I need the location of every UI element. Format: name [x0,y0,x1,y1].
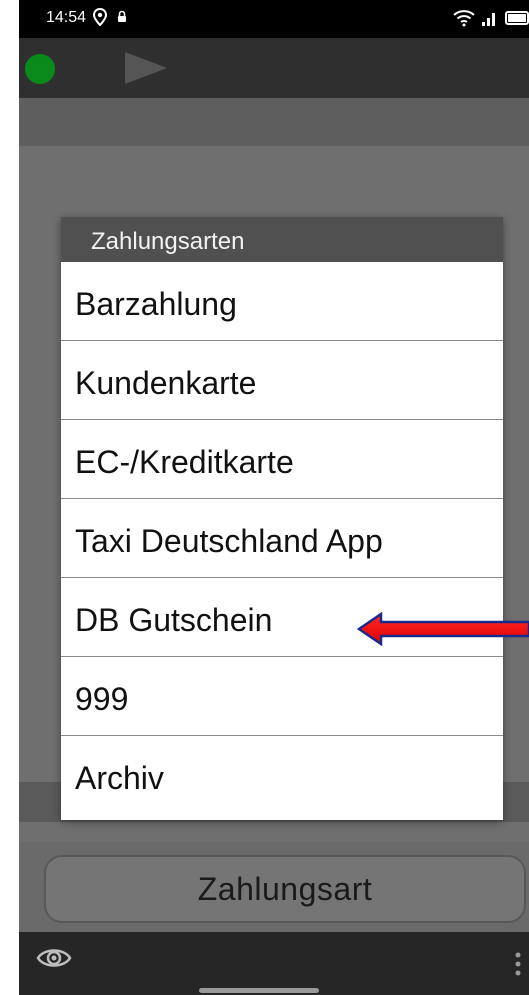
battery-icon [505,11,529,30]
payment-option-cash[interactable]: Barzahlung [61,262,503,341]
status-icons [453,9,529,32]
red-arrow-annotation [356,611,529,651]
payment-type-button[interactable]: Zahlungsart [44,855,526,923]
payment-option-taxi-app[interactable]: Taxi Deutschland App [61,499,503,578]
more-vertical-icon[interactable] [515,952,521,981]
eye-icon[interactable] [36,945,72,976]
wifi-icon [453,9,475,32]
dialog-title: Zahlungsarten [61,217,503,262]
status-bar: 14:54 [19,0,529,38]
payment-option-credit-card[interactable]: EC-/Kreditkarte [61,420,503,499]
home-indicator[interactable] [199,988,319,993]
payment-option-999[interactable]: 999 [61,657,503,736]
phone-screen: 14:54 Zahlungsart Zahlungsarten Barzahlu… [19,0,529,995]
payment-methods-dialog: Zahlungsarten Barzahlung Kundenkarte EC-… [61,217,503,820]
payment-option-customer-card[interactable]: Kundenkarte [61,341,503,420]
top-toolbar [19,38,529,98]
status-time: 14:54 [46,9,87,26]
location-icon [92,7,108,31]
lock-icon [117,10,127,28]
signal-icon [481,10,498,31]
payment-option-archive[interactable]: Archiv [61,736,503,815]
header-band [19,98,529,146]
navigation-bar [19,932,529,995]
play-icon[interactable] [125,52,167,89]
status-indicator[interactable] [25,54,55,84]
